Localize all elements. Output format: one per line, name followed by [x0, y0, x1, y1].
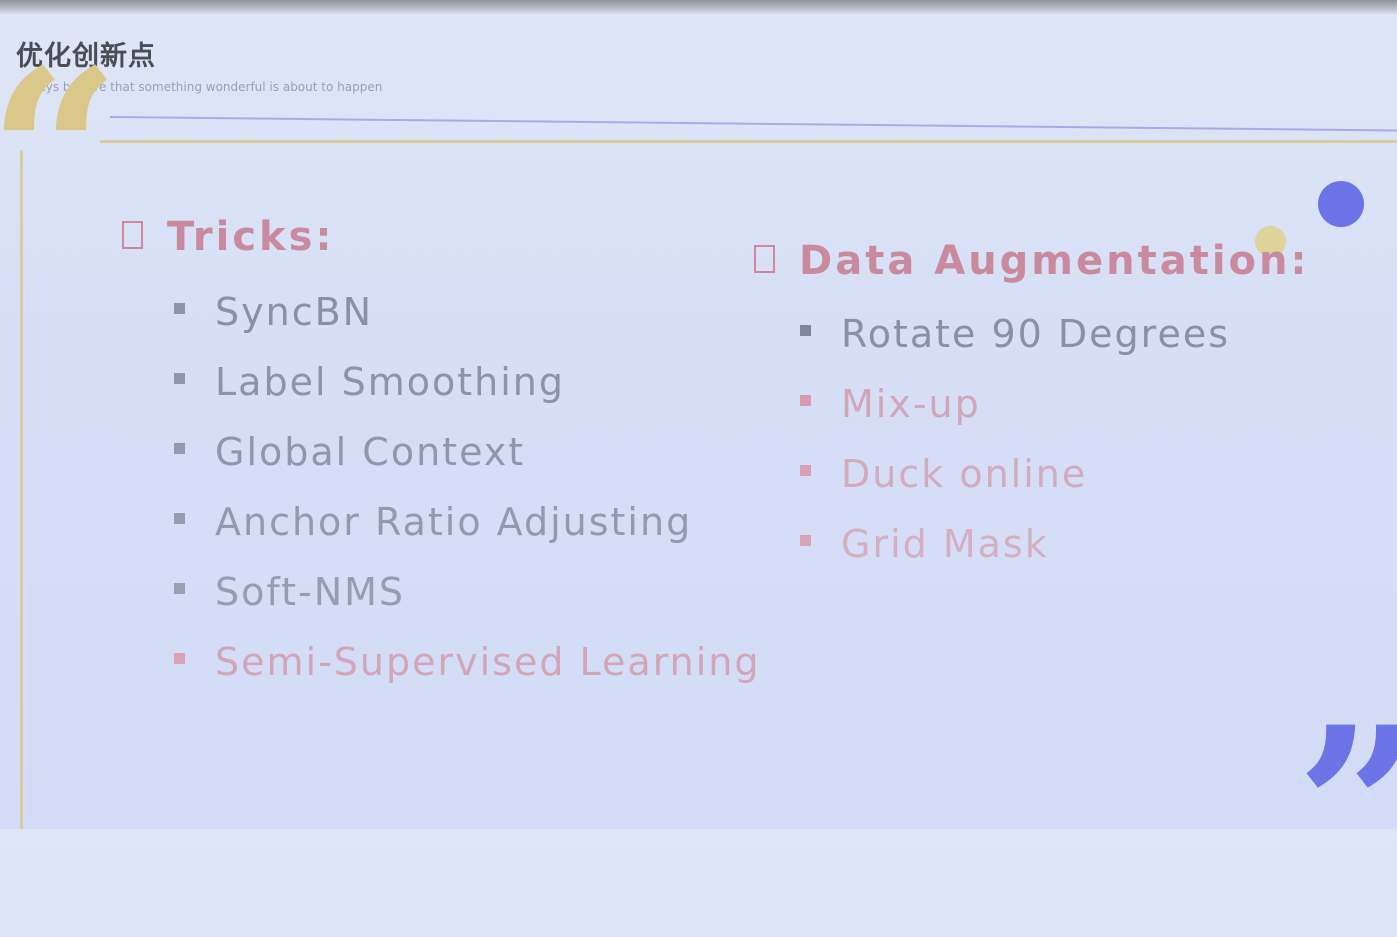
list-item-label: SyncBN	[215, 290, 374, 334]
square-bullet-icon	[174, 373, 185, 384]
list-item-label: Anchor Ratio Adjusting	[215, 500, 693, 544]
augmentation-heading-label: Data Augmentation:	[799, 238, 1310, 284]
list-item: SyncBN	[174, 277, 761, 347]
list-item: Rotate 90 Degrees	[800, 299, 1230, 369]
projector-top-edge	[0, 0, 1397, 14]
list-item: Global Context	[174, 417, 761, 487]
square-bullet-icon	[800, 325, 811, 336]
list-item-label: Label Smoothing	[215, 360, 565, 404]
square-bullet-icon	[800, 395, 811, 406]
augmentation-list: Rotate 90 Degrees Mix-up Duck online Grid M…	[800, 299, 1230, 579]
square-bullet-icon	[174, 513, 185, 524]
list-item-label: Rotate 90 Degrees	[841, 312, 1231, 356]
square-bullet-icon	[174, 583, 185, 594]
list-item-label: Grid Mask	[841, 522, 1049, 566]
checkbox-icon	[754, 245, 775, 273]
tricks-heading-label: Tricks:	[167, 214, 335, 260]
augmentation-heading: Data Augmentation:	[754, 238, 1309, 284]
divider-blue	[109, 116, 1397, 132]
tricks-list: SyncBN Label Smoothing Global Context Ancho…	[174, 277, 761, 697]
divider-gold	[100, 140, 1397, 143]
square-bullet-icon	[800, 465, 811, 476]
list-item: Duck online	[800, 439, 1230, 509]
list-item-label: Duck online	[841, 452, 1088, 496]
square-bullet-icon	[174, 443, 185, 454]
decor-dot-blue	[1318, 181, 1364, 227]
square-bullet-icon	[800, 535, 811, 546]
list-item: Semi-Supervised Learning	[174, 627, 761, 697]
list-item-label: Mix-up	[841, 382, 981, 426]
list-item-label: Semi-Supervised Learning	[215, 640, 761, 684]
list-item: Soft-NMS	[174, 557, 761, 627]
list-item: Grid Mask	[800, 509, 1230, 579]
tricks-heading: Tricks:	[122, 214, 334, 260]
list-item-label: Soft-NMS	[215, 570, 406, 614]
checkbox-icon	[122, 221, 143, 249]
open-quote-icon: “	[0, 20, 121, 290]
close-quote-icon: ”	[1296, 698, 1397, 918]
list-item: Label Smoothing	[174, 347, 761, 417]
list-item-label: Global Context	[215, 430, 526, 474]
list-item: Anchor Ratio Adjusting	[174, 487, 761, 557]
square-bullet-icon	[174, 653, 185, 664]
square-bullet-icon	[174, 303, 185, 314]
list-item: Mix-up	[800, 369, 1230, 439]
